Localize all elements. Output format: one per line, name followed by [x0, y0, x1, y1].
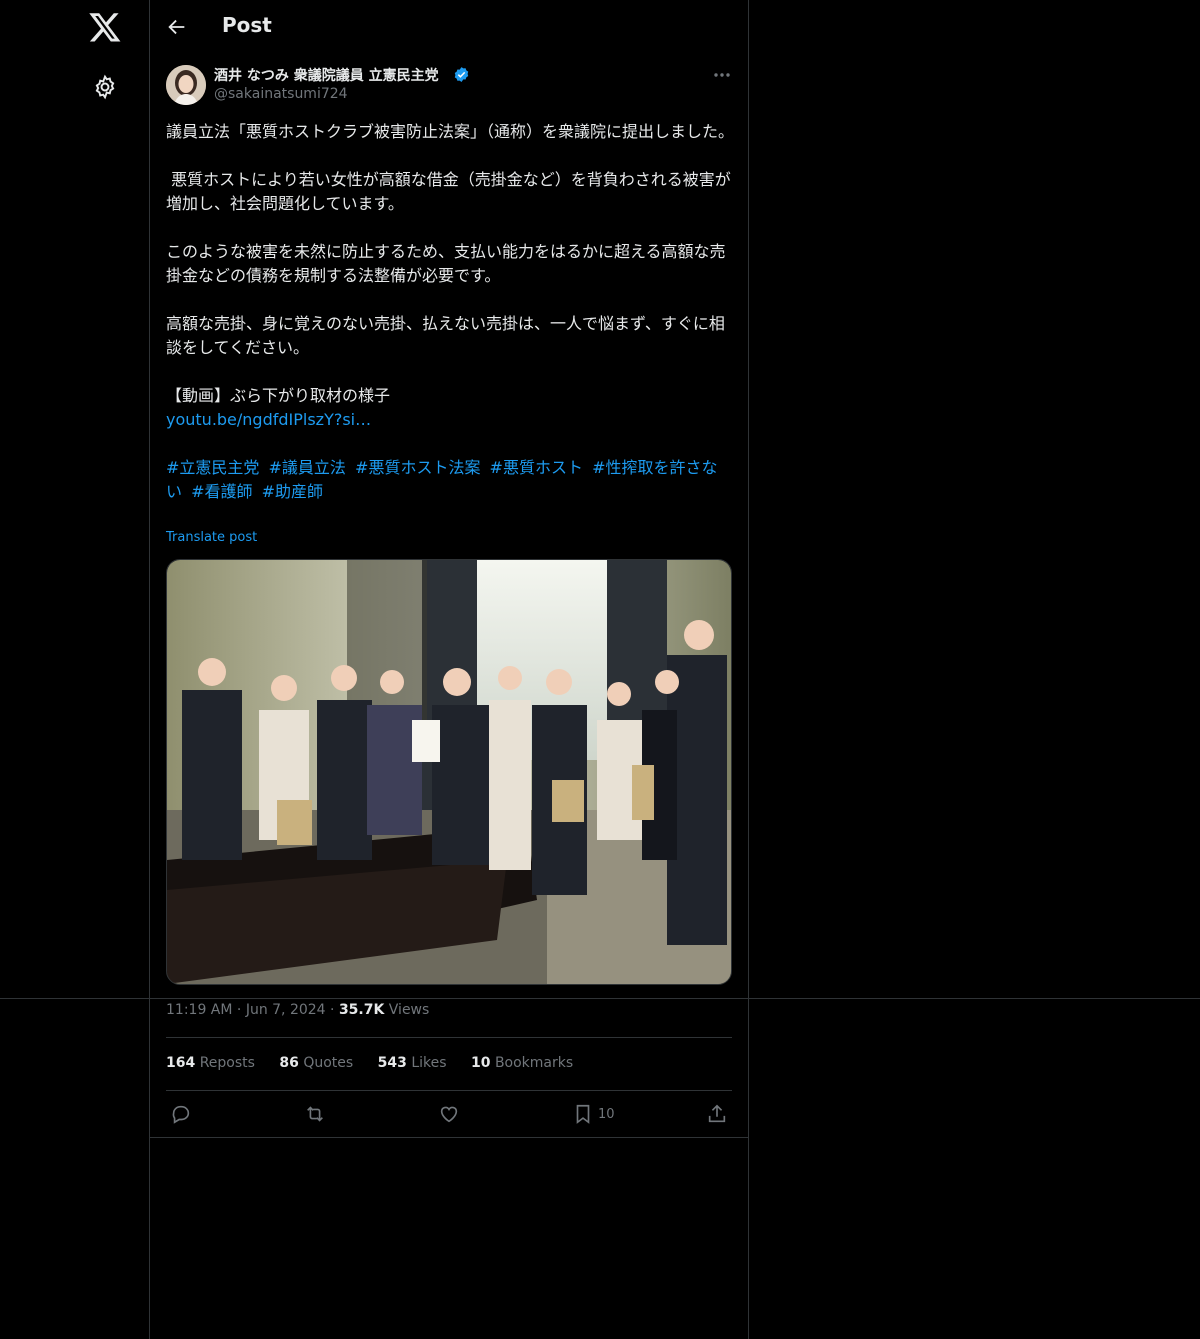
post-paragraph: このような被害を未然に防止するため、支払い能力をはるかに超える高額な売掛金などの… [166, 242, 726, 285]
post-text: 議員立法「悪質ホストクラブ被害防止法案」（通称）を衆議院に提出しました。 悪質ホ… [166, 120, 736, 504]
post-meta: 11:19 AM · Jun 7, 2024 · 35.7K Views [166, 1002, 429, 1018]
bookmarks-stat[interactable]: 10 Bookmarks [471, 1055, 573, 1071]
repost-icon[interactable] [304, 1103, 326, 1125]
group-photo [167, 560, 731, 984]
post-paragraph: 悪質ホストにより若い女性が高額な借金（売掛金など）を背負わされる被害が増加し、社… [166, 170, 731, 213]
avatar[interactable] [166, 65, 206, 105]
post-date[interactable]: Jun 7, 2024 [246, 1002, 326, 1018]
header: Post [150, 0, 748, 54]
post-paragraph: 議員立法「悪質ホストクラブ被害防止法案」（通称）を衆議院に提出しました。 [166, 122, 735, 141]
separator: · [330, 1002, 339, 1018]
post-paragraph: 高額な売掛、身に覚えのない売掛、払えない売掛は、一人で悩まず、すぐに相談をしてく… [166, 314, 725, 357]
views-count: 35.7K [338, 1002, 385, 1018]
hashtag-link[interactable]: #看護師 [191, 482, 252, 501]
avatar-image [166, 65, 206, 105]
author-handle[interactable]: @sakainatsumi724 [214, 86, 348, 102]
like-heart-icon[interactable] [438, 1103, 460, 1125]
x-logo-icon[interactable] [88, 10, 122, 44]
verified-badge-icon[interactable] [453, 66, 470, 83]
hashtag-link[interactable]: #悪質ホスト [490, 458, 583, 477]
bookmark-icon[interactable] [572, 1103, 594, 1125]
post-stats: 164 Reposts 86 Quotes 543 Likes 10 Bookm… [166, 1055, 593, 1071]
hashtag-list: #立憲民主党 #議員立法 #悪質ホスト法案 #悪質ホスト #性搾取を許さない #… [166, 456, 736, 504]
quotes-stat[interactable]: 86 Quotes [279, 1055, 353, 1071]
likes-stat[interactable]: 543 Likes [378, 1055, 447, 1071]
share-icon[interactable] [706, 1103, 728, 1125]
video-link[interactable]: youtu.be/ngdfdIPlszY?si… [166, 410, 371, 429]
gear-icon[interactable] [92, 74, 118, 100]
hashtag-link[interactable]: #悪質ホスト法案 [355, 458, 480, 477]
reposts-stat[interactable]: 164 Reposts [166, 1055, 255, 1071]
hashtag-link[interactable]: #助産師 [262, 482, 323, 501]
back-arrow-icon[interactable] [166, 16, 188, 38]
main-column: Post 酒井 なつみ 衆議院議員 立憲民主党 @sakainatsumi724… [150, 0, 749, 1339]
reply-icon[interactable] [170, 1103, 192, 1125]
left-nav [0, 0, 150, 1339]
post-image[interactable] [166, 559, 732, 985]
bookmark-count: 10 [598, 1107, 615, 1122]
hashtag-link[interactable]: #立憲民主党 [166, 458, 259, 477]
divider [150, 1137, 748, 1138]
divider [166, 1090, 732, 1091]
post-actions: 10 [150, 1100, 748, 1130]
author-name[interactable]: 酒井 なつみ 衆議院議員 立憲民主党 [214, 65, 439, 85]
divider [166, 1037, 732, 1038]
views-label: Views [388, 1002, 430, 1018]
separator: · [236, 1002, 246, 1018]
page-title: Post [222, 13, 272, 37]
video-label: 【動画】ぶら下がり取材の様子 [166, 386, 391, 405]
hashtag-link[interactable]: #議員立法 [269, 458, 346, 477]
post-time[interactable]: 11:19 AM [166, 1002, 232, 1018]
translate-post-link[interactable]: Translate post [166, 530, 257, 545]
more-options-icon[interactable] [712, 68, 732, 82]
